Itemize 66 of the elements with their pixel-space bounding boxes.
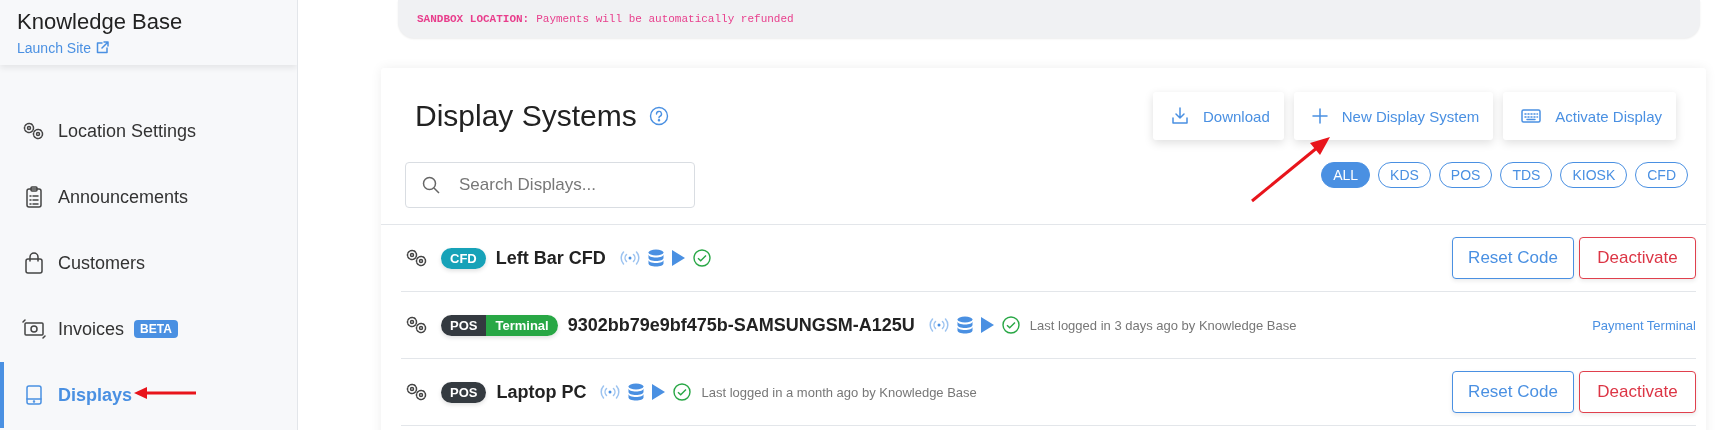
sidebar-item[interactable]: Announcements (0, 164, 297, 230)
check-circle-icon (692, 249, 711, 267)
display-name: Laptop PC (496, 381, 587, 403)
play-icon (671, 250, 685, 266)
banner-text: SANDBOX LOCATION: Payments will be automatically refunded (417, 13, 794, 25)
badge-label: POS (441, 381, 487, 403)
badge-label: CFD (441, 247, 486, 269)
badge-label: Terminal (486, 314, 558, 336)
annotation-arrow (134, 386, 196, 400)
help-icon[interactable] (648, 106, 669, 126)
filter-pill[interactable]: POS (1438, 162, 1493, 188)
settings-icon[interactable] (405, 248, 429, 268)
launch-site-link[interactable]: Launch Site (17, 39, 109, 56)
play-icon (652, 384, 666, 400)
deactivate-button[interactable]: Deactivate (1579, 371, 1696, 413)
shopping-bag-icon (24, 252, 44, 274)
sidebar-item-label: Customers (58, 252, 146, 274)
filter-pill[interactable]: ALL (1321, 162, 1371, 188)
broadcast-icon (928, 318, 949, 332)
sidebar-item-label: Announcements (58, 186, 189, 208)
last-login-text: Last logged in 3 days ago by Knowledge Base (1029, 317, 1297, 333)
beta-badge: BETA (134, 320, 178, 338)
filter-pill[interactable]: TDS (1500, 162, 1553, 188)
clipboard-icon (25, 186, 43, 208)
action-button[interactable]: Activate Display (1503, 92, 1676, 140)
settings-icon[interactable] (405, 315, 429, 335)
check-circle-icon (1001, 316, 1020, 334)
display-name: Left Bar CFD (495, 247, 606, 269)
sidebar-item-label: Displays (58, 384, 133, 406)
action-button[interactable]: New Display System (1293, 92, 1494, 140)
last-login-text: Last logged in a month ago by Knowledge Base (701, 384, 977, 400)
keyboard-icon (1521, 109, 1542, 123)
filter-pill[interactable]: KDS (1378, 162, 1431, 188)
tablet-icon (25, 384, 43, 406)
sidebar-item[interactable]: Displays (0, 362, 297, 428)
gears-icon (22, 121, 46, 141)
action-button[interactable]: Download (1153, 92, 1284, 140)
display-name: 9302bb79e9bf475b-SAMSUNGSM-A125U (567, 314, 915, 336)
external-link-icon (95, 41, 109, 54)
database-icon (956, 316, 973, 334)
search-field[interactable]: Search Displays... (405, 162, 695, 208)
play-icon (980, 317, 994, 333)
filter-pill[interactable]: CFD (1635, 162, 1688, 188)
download-icon (1171, 107, 1189, 125)
filter-pill[interactable]: KIOSK (1560, 162, 1628, 188)
banknote-icon (22, 319, 46, 339)
sidebar-item[interactable]: Location Settings (0, 98, 297, 164)
sidebar-item-label: Location Settings (58, 120, 197, 142)
database-icon (628, 383, 645, 401)
broadcast-icon (619, 251, 640, 265)
badge-label: POS (441, 314, 487, 336)
sidebar-item-label: Invoices (58, 318, 125, 340)
reset-code-button[interactable]: Reset Code (1452, 237, 1574, 279)
sidebar-title: Knowledge Base (17, 9, 183, 34)
broadcast-icon (600, 385, 621, 399)
search-icon (422, 176, 440, 194)
reset-code-button[interactable]: Reset Code (1452, 371, 1574, 413)
deactivate-button[interactable]: Deactivate (1579, 237, 1696, 279)
database-icon (647, 249, 664, 267)
settings-icon[interactable] (405, 382, 429, 402)
payment-terminal-link[interactable]: Payment Terminal (1592, 317, 1696, 333)
check-circle-icon (673, 383, 692, 401)
sidebar-item[interactable]: Invoices BETA (0, 296, 297, 362)
sidebar-item[interactable]: Customers (0, 230, 297, 296)
page-title: Display Systems (415, 98, 637, 134)
plus-icon (1311, 108, 1328, 124)
